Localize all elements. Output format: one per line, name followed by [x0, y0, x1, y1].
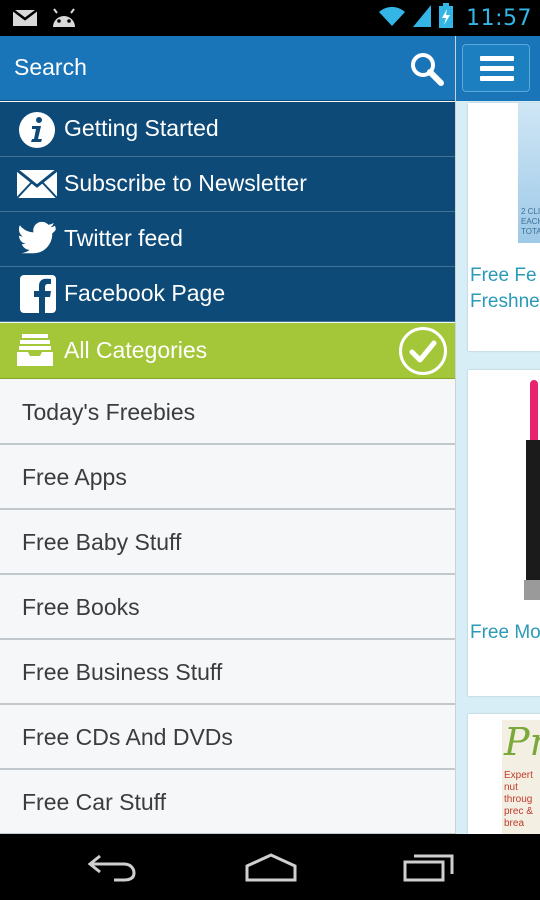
lipstick-image: [524, 380, 540, 600]
system-navigation-bar: [0, 834, 540, 900]
category-item[interactable]: Free Baby Stuff: [0, 510, 455, 575]
hamburger-icon: [480, 56, 514, 61]
category-label: Free CDs And DVDs: [22, 724, 233, 750]
drawer-item-label: Facebook Page: [64, 280, 226, 306]
drawer-item-facebook[interactable]: Facebook Page: [0, 267, 455, 322]
category-item[interactable]: Free CDs And DVDs: [0, 705, 455, 770]
inbox-tray-icon: [16, 333, 54, 372]
gmail-icon: [12, 8, 38, 33]
search-bar[interactable]: Search: [0, 36, 455, 101]
battery-charging-icon: [438, 2, 454, 34]
drawer-item-label: Subscribe to Newsletter: [64, 170, 307, 196]
category-label: Free Books: [22, 594, 140, 620]
category-item[interactable]: Today's Freebies: [0, 380, 455, 445]
category-item[interactable]: Free Books: [0, 575, 455, 640]
app-screen: 11:57 2 CLI EACH TOTAL Free FeFreshne Fr…: [0, 0, 540, 900]
category-label: Free Apps: [22, 464, 127, 490]
info-icon: [18, 111, 56, 149]
card-title: Free Mo: [470, 622, 540, 643]
freebie-card[interactable]: Free Mo: [468, 370, 540, 696]
category-item[interactable]: Free Business Stuff: [0, 640, 455, 705]
magazine-image: Pr Expert nut throug prec & brea: [502, 720, 540, 850]
freebie-card[interactable]: 2 CLI EACH TOTAL Free FeFreshne: [468, 103, 540, 351]
home-icon[interactable]: [243, 852, 299, 887]
navigation-drawer: Search Getting Started Subscribe to News…: [0, 36, 456, 834]
card-title: Free Fe Freshne: [470, 265, 540, 312]
checkmark-icon: [399, 327, 447, 375]
mail-icon: [16, 168, 58, 207]
product-image: 2 CLI EACH TOTAL: [518, 103, 540, 243]
category-item[interactable]: Free Apps: [0, 445, 455, 510]
category-label: Free Business Stuff: [22, 659, 223, 685]
wifi-icon: [378, 4, 406, 33]
status-bar: 11:57: [0, 0, 540, 36]
clock: 11:57: [466, 5, 532, 31]
category-label: Free Baby Stuff: [22, 529, 182, 555]
drawer-item-twitter[interactable]: Twitter feed: [0, 212, 455, 267]
menu-button[interactable]: [462, 44, 530, 92]
android-debug-icon: [50, 7, 78, 34]
twitter-icon: [18, 221, 56, 259]
drawer-item-label: Getting Started: [64, 115, 219, 141]
search-icon[interactable]: [410, 52, 444, 91]
facebook-icon: [20, 275, 58, 313]
freebie-card[interactable]: Pr Expert nut throug prec & brea: [468, 714, 540, 854]
content-panel: 2 CLI EACH TOTAL Free FeFreshne Free Mo …: [456, 36, 540, 854]
search-label: Search: [14, 54, 87, 80]
signal-icon: [412, 4, 432, 33]
drawer-item-newsletter[interactable]: Subscribe to Newsletter: [0, 157, 455, 212]
drawer-item-getting-started[interactable]: Getting Started: [0, 102, 455, 157]
category-label: Free Car Stuff: [22, 789, 167, 815]
drawer-item-label: All Categories: [64, 337, 208, 363]
back-icon[interactable]: [86, 852, 138, 887]
recent-apps-icon[interactable]: [402, 852, 456, 887]
category-label: Today's Freebies: [22, 399, 196, 425]
drawer-item-label: Twitter feed: [64, 225, 183, 251]
drawer-item-all-categories[interactable]: All Categories: [0, 323, 455, 379]
category-item[interactable]: Free Car Stuff: [0, 770, 455, 834]
